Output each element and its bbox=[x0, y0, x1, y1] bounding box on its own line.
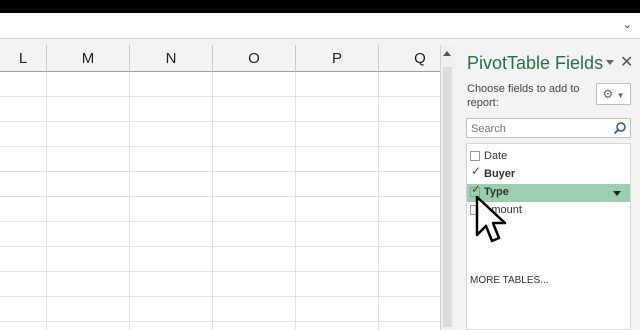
mouse-pointer-icon bbox=[475, 195, 507, 243]
checkmark-icon: ✓ bbox=[471, 164, 482, 178]
worksheet-grid[interactable]: L M N O P Q bbox=[0, 45, 440, 330]
gridline bbox=[0, 146, 440, 147]
close-icon[interactable]: ✕ bbox=[620, 52, 633, 72]
checkmark-icon: ✓ bbox=[471, 182, 482, 196]
formula-bar[interactable]: ⌄ bbox=[0, 13, 640, 39]
vertical-scrollbar[interactable] bbox=[440, 45, 454, 330]
expand-formula-bar-icon[interactable]: ⌄ bbox=[623, 18, 632, 31]
gridline bbox=[0, 271, 440, 272]
gear-icon: ⚙ bbox=[602, 87, 614, 101]
gridline bbox=[295, 72, 296, 330]
field-dropdown-icon[interactable] bbox=[613, 191, 621, 196]
scroll-up-icon[interactable] bbox=[443, 51, 451, 56]
field-item-date[interactable]: Date bbox=[467, 148, 630, 166]
gridline bbox=[0, 121, 440, 122]
column-header-l[interactable]: L bbox=[0, 45, 47, 72]
gridline bbox=[0, 171, 440, 172]
more-tables-link[interactable]: MORE TABLES... bbox=[470, 275, 549, 286]
pane-subtitle: Choose fields to add to report: bbox=[467, 83, 580, 109]
gridline bbox=[129, 72, 130, 330]
gridline bbox=[0, 96, 440, 97]
pane-title: PivotTable Fields bbox=[467, 53, 604, 73]
pivottable-fields-pane: PivotTable Fields ✕ Choose fields to add… bbox=[454, 45, 640, 330]
pane-options-dropdown-icon[interactable] bbox=[606, 60, 614, 65]
gridline bbox=[0, 196, 440, 197]
gridline bbox=[378, 72, 379, 330]
field-checkbox[interactable] bbox=[470, 151, 480, 161]
window-top-band bbox=[0, 0, 640, 13]
search-icon[interactable] bbox=[613, 121, 627, 135]
gridline bbox=[46, 72, 47, 330]
gridline bbox=[0, 296, 440, 297]
field-search[interactable] bbox=[466, 118, 631, 138]
column-header-p[interactable]: P bbox=[296, 45, 379, 72]
field-label: Buyer bbox=[484, 168, 516, 180]
column-header-n[interactable]: N bbox=[130, 45, 213, 72]
field-item-buyer[interactable]: ✓ Buyer bbox=[467, 164, 630, 184]
column-header-q[interactable]: Q bbox=[379, 45, 440, 72]
gridline bbox=[0, 321, 440, 322]
search-input[interactable] bbox=[467, 121, 615, 137]
chevron-down-icon: ▼ bbox=[616, 91, 625, 100]
column-header-o[interactable]: O bbox=[213, 45, 296, 72]
gridline bbox=[0, 246, 440, 247]
column-header-m[interactable]: M bbox=[47, 45, 130, 72]
gridline bbox=[0, 221, 440, 222]
tools-button[interactable]: ⚙ ▼ bbox=[596, 83, 631, 105]
field-label: Date bbox=[484, 150, 508, 162]
scrollbar-thumb[interactable] bbox=[443, 67, 452, 327]
gridline bbox=[212, 72, 213, 330]
